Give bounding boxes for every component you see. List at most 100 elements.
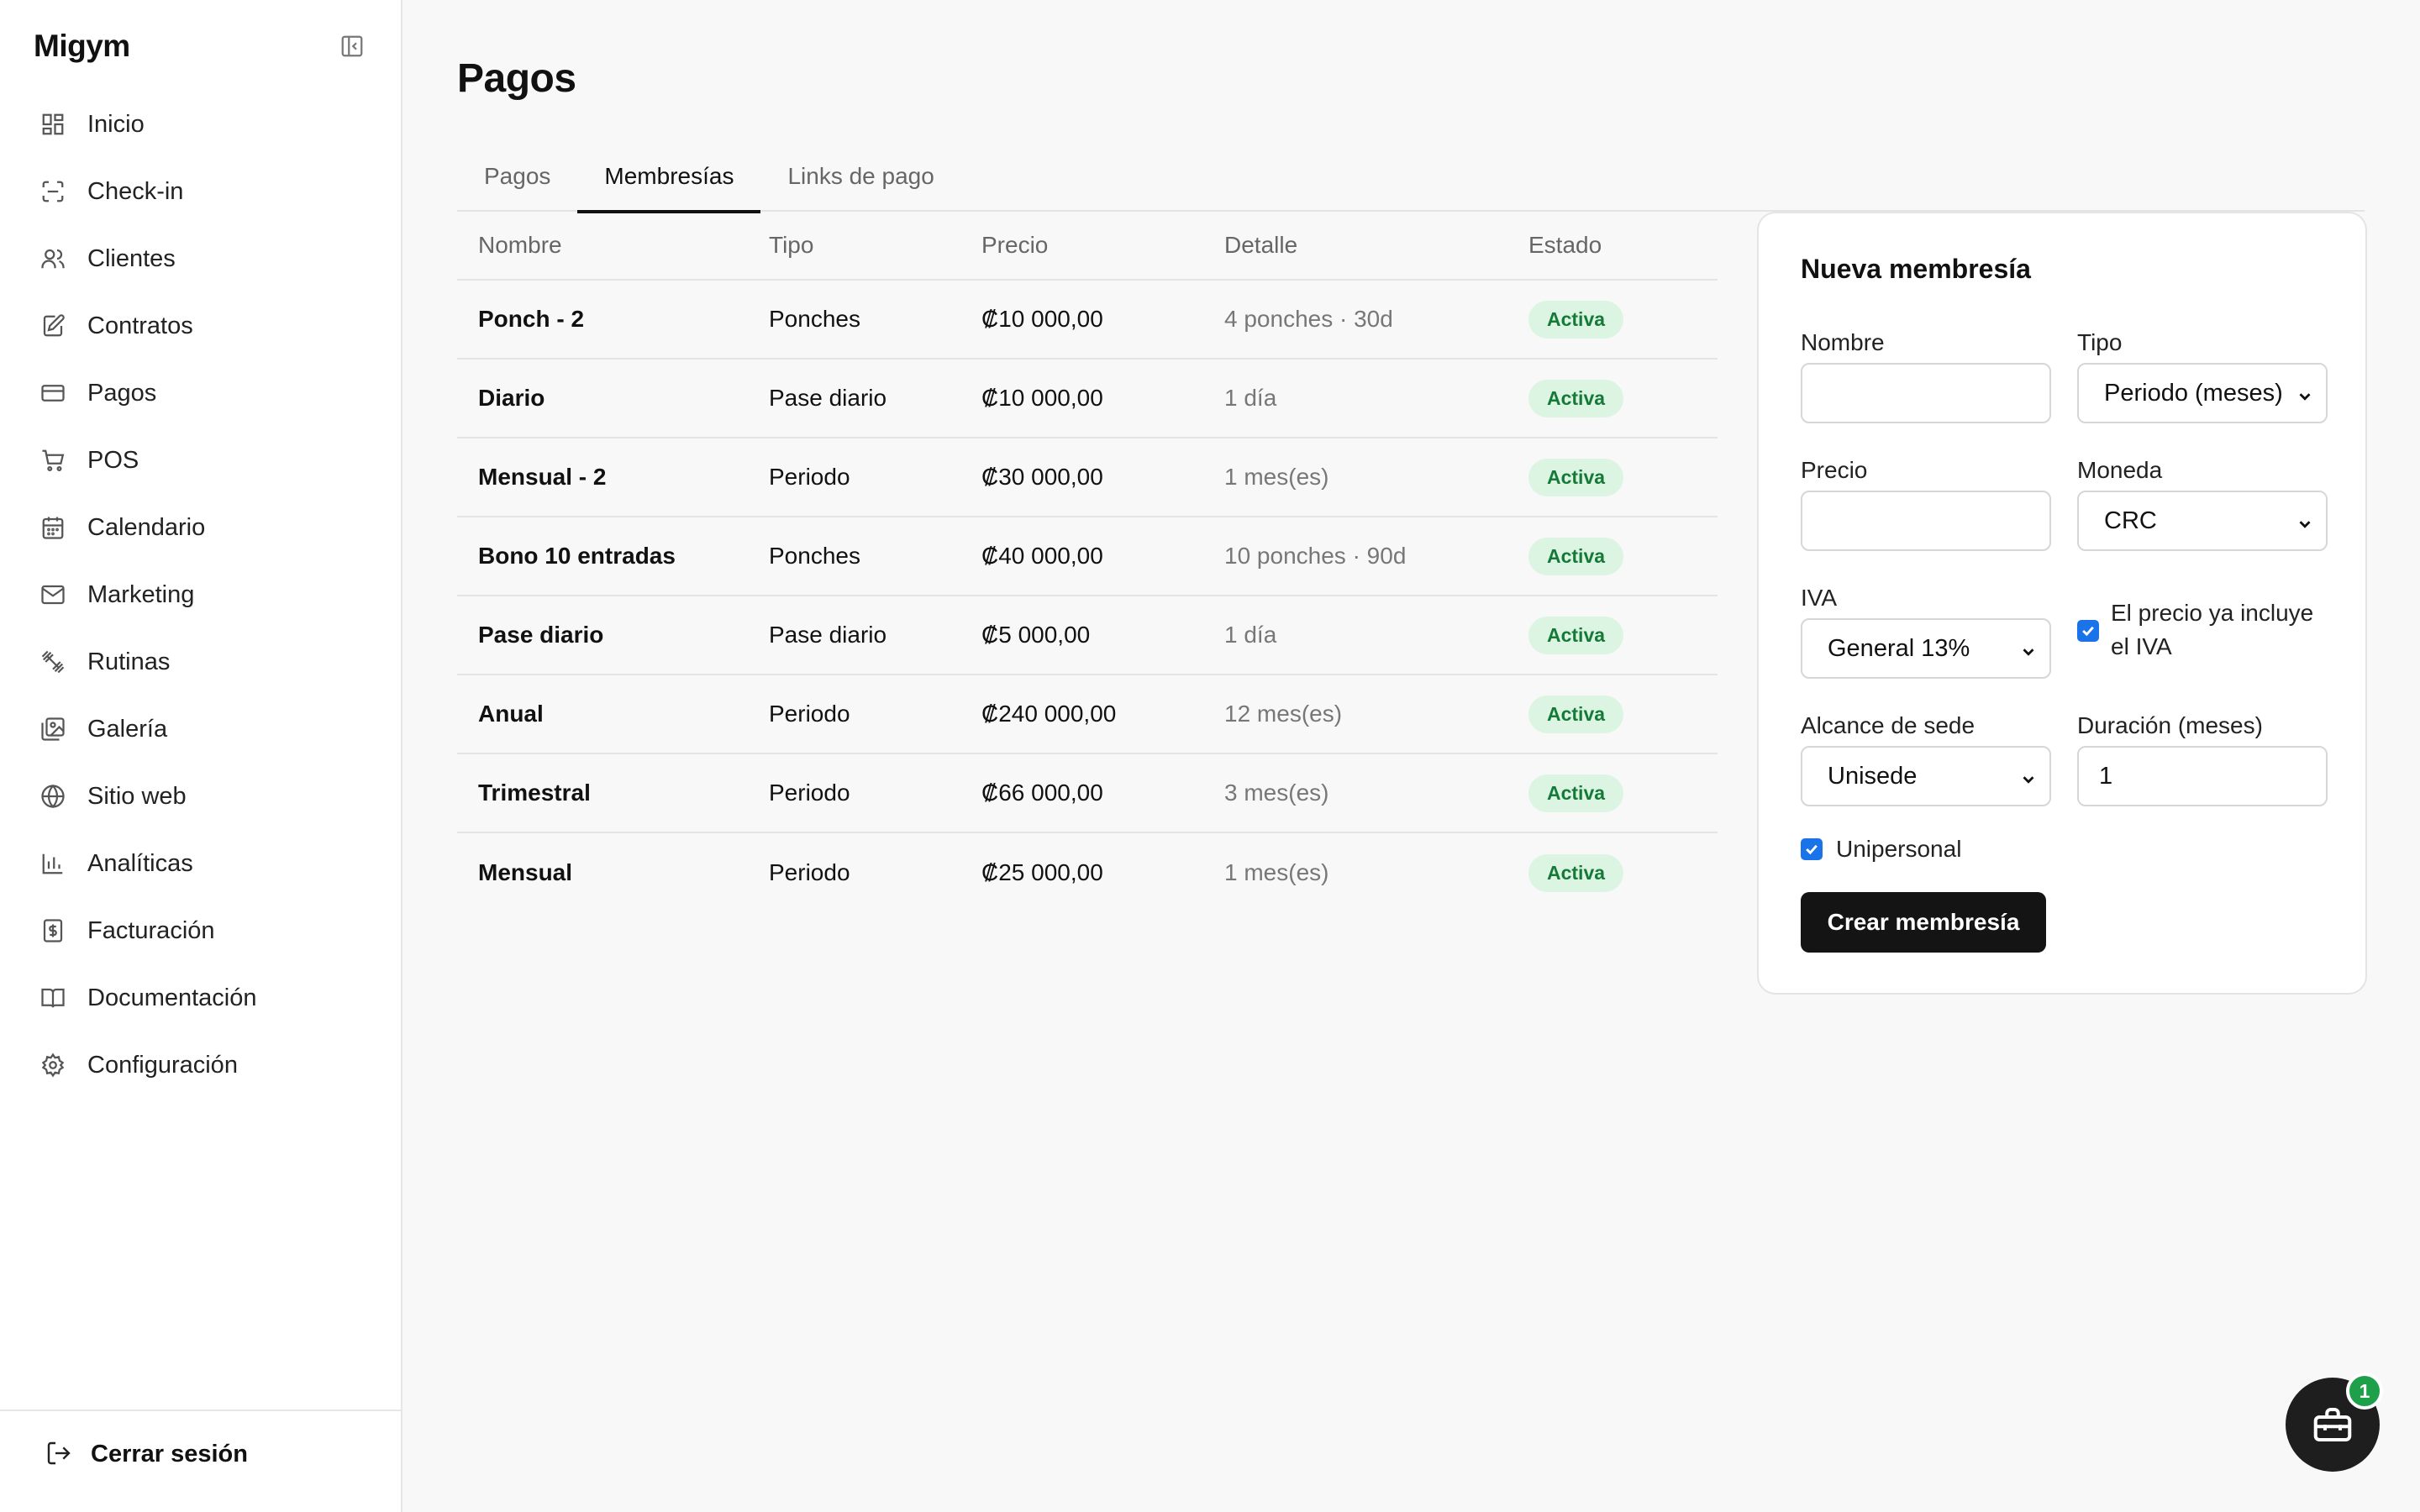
row-type: Periodo [769,780,850,806]
precio-input[interactable] [1801,491,2051,551]
precio-label: Precio [1801,457,1868,483]
cart-icon [39,446,67,475]
column-header-estado: Estado [1528,232,1602,258]
row-detail: 3 mes(es) [1224,780,1329,806]
check-icon [1806,844,1818,855]
logout-button[interactable]: Cerrar sesión [45,1440,248,1468]
row-price: ₡10 000,00 [981,385,1103,411]
sidebar-item-rutinas[interactable]: Rutinas [20,628,381,696]
sidebar-item-clientes[interactable]: Clientes [20,225,381,292]
tab-bar: Pagos Membresías Links de pago [457,150,2365,213]
sidebar-item-configuracion[interactable]: Configuración [20,1032,381,1099]
iva-label: IVA [1801,585,1838,611]
row-price: ₡240 000,00 [981,701,1117,727]
globe-icon [39,782,67,811]
row-price: ₡25 000,00 [981,859,1103,885]
alcance-select[interactable]: Unisede [1801,746,2051,806]
sidebar-item-contratos[interactable]: Contratos [20,292,381,360]
row-name: Anual [478,701,544,727]
sidebar-item-galeria[interactable]: Galería [20,696,381,763]
row-price: ₡30 000,00 [981,464,1103,490]
row-detail: 1 día [1224,385,1277,411]
tab-links-de-pago[interactable]: Links de pago [760,150,960,212]
table-row[interactable]: Trimestral Periodo ₡66 000,00 3 mes(es) … [457,754,1718,833]
table-row[interactable]: Diario Pase diario ₡10 000,00 1 día Acti… [457,360,1718,438]
row-type: Pase diario [769,385,887,411]
sidebar-item-label: Sitio web [87,782,187,810]
sidebar-item-facturacion[interactable]: Facturación [20,897,381,964]
tab-membresias[interactable]: Membresías [577,150,761,213]
iva-included-checkbox[interactable] [2077,620,2099,642]
sidebar-item-pos[interactable]: POS [20,427,381,494]
row-price: ₡5 000,00 [981,622,1091,648]
sidebar-item-inicio[interactable]: Inicio [20,91,381,158]
column-header-tipo: Tipo [769,232,814,258]
chevron-down-icon [2296,512,2314,531]
users-icon [39,244,67,273]
row-type: Periodo [769,464,850,490]
logout-label: Cerrar sesión [91,1440,248,1467]
memberships-table: Nombre Tipo Precio Detalle Estado Ponch … [457,212,1718,912]
iva-included-label: El precio ya incluye el IVA [2111,596,2313,664]
book-icon [39,984,67,1012]
check-icon [2082,626,2094,637]
invoice-icon [39,916,67,945]
table-row[interactable]: Mensual - 2 Periodo ₡30 000,00 1 mes(es)… [457,438,1718,517]
table-row[interactable]: Ponch - 2 Ponches ₡10 000,00 4 ponches ·… [457,281,1718,360]
sidebar-nav: Inicio Check-in Clientes Contratos Pagos… [20,91,381,1099]
tipo-select[interactable]: Periodo (meses) [2077,363,2328,423]
tab-pagos[interactable]: Pagos [457,150,577,212]
status-badge: Activa [1528,616,1624,654]
duracion-input[interactable]: 1 [2077,746,2328,806]
nombre-input[interactable] [1801,363,2051,423]
status-badge: Activa [1528,458,1624,496]
table-header: Nombre Tipo Precio Detalle Estado [457,212,1718,281]
row-name: Diario [478,385,545,411]
sidebar-item-analiticas[interactable]: Analíticas [20,830,381,897]
sidebar-item-calendario[interactable]: Calendario [20,494,381,561]
sidebar-item-pagos[interactable]: Pagos [20,360,381,427]
sidebar-item-documentacion[interactable]: Documentación [20,964,381,1032]
status-badge: Activa [1528,300,1624,339]
sidebar-item-check-in[interactable]: Check-in [20,158,381,225]
table-row[interactable]: Anual Periodo ₡240 000,00 12 mes(es) Act… [457,675,1718,754]
page-title: Pagos [457,56,576,101]
iva-included-label-line1: El precio ya incluye [2111,600,2314,626]
row-detail: 1 mes(es) [1224,464,1329,490]
sidebar-item-label: Inicio [87,110,145,138]
row-name: Bono 10 entradas [478,543,676,569]
scan-icon [39,177,67,206]
contract-icon [39,312,67,340]
chevron-down-icon [2019,640,2038,659]
chevron-down-icon [2019,768,2038,786]
row-detail: 4 ponches · 30d [1224,306,1393,332]
calendar-icon [39,513,67,542]
row-name: Ponch - 2 [478,306,585,332]
sidebar-item-sitio-web[interactable]: Sitio web [20,763,381,830]
column-header-nombre: Nombre [478,232,562,258]
row-name: Trimestral [478,780,591,806]
table-row[interactable]: Bono 10 entradas Ponches ₡40 000,00 10 p… [457,517,1718,596]
dumbbell-icon [39,648,67,676]
table-row[interactable]: Mensual Periodo ₡25 000,00 1 mes(es) Act… [457,833,1718,912]
status-badge: Activa [1528,537,1624,575]
moneda-select[interactable]: CRC [2077,491,2328,551]
main-content: Pagos Pagos Membresías Links de pago Nom… [402,0,2420,1512]
row-detail: 10 ponches · 90d [1224,543,1407,569]
sidebar-item-label: Marketing [87,580,195,608]
moneda-label: Moneda [2077,457,2163,483]
status-badge: Activa [1528,695,1624,733]
unipersonal-checkbox[interactable] [1801,838,1823,860]
sidebar-item-marketing[interactable]: Marketing [20,561,381,628]
row-type: Ponches [769,306,860,332]
iva-select[interactable]: General 13% [1801,618,2051,679]
create-membership-button[interactable]: Crear membresía [1801,892,2046,953]
row-name: Mensual [478,859,573,885]
table-row[interactable]: Pase diario Pase diario ₡5 000,00 1 día … [457,596,1718,675]
sidebar-collapse-icon[interactable] [339,34,365,59]
brand-logo: Migym [34,29,130,63]
nombre-label: Nombre [1801,329,1885,355]
bar-chart-icon [39,849,67,878]
dashboard-icon [39,110,67,139]
status-badge: Activa [1528,379,1624,417]
